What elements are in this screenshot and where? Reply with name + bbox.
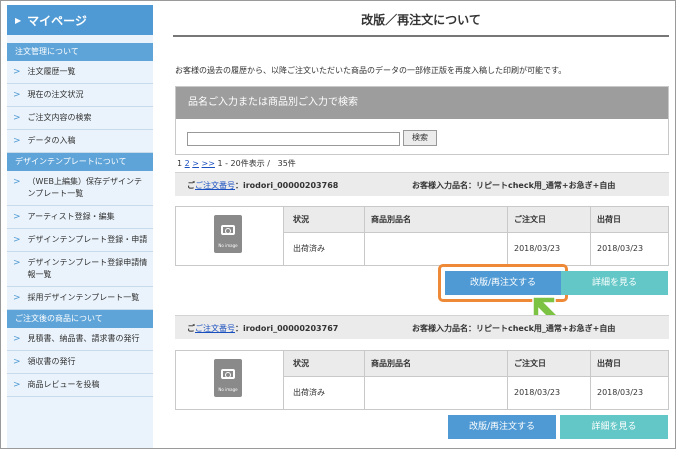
chevron-right-icon: > xyxy=(13,212,21,222)
cell-status: 出荷済み xyxy=(293,388,325,397)
sidebar-item-template-applications[interactable]: > デザインテンプレート登録申請情報一覧 xyxy=(7,252,153,287)
sidebar-item-adopted-templates[interactable]: > 採用デザインテンプレート一覧 xyxy=(7,287,153,310)
browser-frame: ▶ マイページ 注文管理について > 注文履歴一覧 > 現在の注文状況 > ご注文内容… xyxy=(0,0,676,449)
search-input[interactable] xyxy=(187,132,400,146)
page-total: 35件 xyxy=(277,159,296,168)
thumbnail-cell: No image xyxy=(176,351,284,409)
sidebar-item-order-status[interactable]: > 現在の注文状況 xyxy=(7,84,153,107)
chevron-right-icon: > xyxy=(13,380,21,390)
cell-order-date: 2018/03/23 xyxy=(507,233,590,265)
order-number: ：irodori_00000203767 xyxy=(235,324,339,333)
order-header: ごご注文番号：irodori_00000203768 お客様入力品名：リピートc… xyxy=(175,172,669,196)
cell-product-name xyxy=(364,377,507,409)
sidebar-item-data-upload[interactable]: > データの入稿 xyxy=(7,130,153,153)
cell-ship-date: 2018/03/23 xyxy=(590,377,668,409)
sidebar: ▶ マイページ 注文管理について > 注文履歴一覧 > 現在の注文状況 > ご注文内容… xyxy=(7,5,153,448)
camera-icon xyxy=(221,225,235,235)
customer-name-label: お客様入力品名： xyxy=(412,324,476,333)
triangle-right-icon: ▶ xyxy=(15,15,22,25)
page-title: 改版／再注文について xyxy=(361,13,481,27)
search-heading: 品名ご入力または商品別ご入力で検索 xyxy=(176,87,668,119)
mypage-header[interactable]: ▶ マイページ xyxy=(7,5,153,35)
page-description: お客様の過去の履歴から、以降ご注文いただいた商品のデータの一部修正版を再度入稿し… xyxy=(175,66,567,75)
chevron-right-icon: > xyxy=(13,177,21,187)
no-image-label: No image xyxy=(218,243,238,248)
order-number: ：irodori_00000203768 xyxy=(235,181,339,190)
sidebar-item-receipt[interactable]: > 領収書の発行 xyxy=(7,351,153,374)
table-header-row: 状況 商品別品名 ご注文日 出荷日 xyxy=(284,351,668,377)
details-button[interactable]: 詳細を見る xyxy=(560,415,668,439)
header-ship-date: 出荷日 xyxy=(590,351,668,376)
chevron-right-icon: > xyxy=(13,136,21,146)
page-last-link[interactable]: >> xyxy=(202,159,215,168)
page-range: 1 - 20件表示 / xyxy=(217,159,270,168)
header-status: 状況 xyxy=(293,359,309,368)
customer-name-label: お客様入力品名： xyxy=(412,181,476,190)
customer-name: リピートcheck用_通常+お急ぎ+自由 xyxy=(476,324,616,333)
cell-status: 出荷済み xyxy=(293,244,325,253)
search-button[interactable]: 検索 xyxy=(403,130,437,146)
order-number-prefix: ご xyxy=(187,324,195,333)
table-row: 出荷済み 2018/03/23 2018/03/23 xyxy=(284,233,668,265)
table-header-row: 状況 商品別品名 ご注文日 出荷日 xyxy=(284,207,668,233)
chevron-right-icon: > xyxy=(13,293,21,303)
sidebar-item-order-history[interactable]: > 注文履歴一覧 xyxy=(7,61,153,84)
details-button[interactable]: 詳細を見る xyxy=(561,271,668,295)
order-header: ごご注文番号：irodori_00000203767 お客様入力品名：リピートc… xyxy=(175,315,669,339)
order-number-link[interactable]: ご注文番号 xyxy=(195,181,235,190)
page-current: 1 xyxy=(177,159,183,168)
order-number-link[interactable]: ご注文番号 xyxy=(195,324,235,333)
sidebar-item-documents[interactable]: > 見積書、納品書、請求書の発行 xyxy=(7,328,153,351)
header-product-name: 商品別品名 xyxy=(364,207,507,232)
header-status: 状況 xyxy=(293,215,309,224)
chevron-right-icon: > xyxy=(13,334,21,344)
chevron-right-icon: > xyxy=(13,357,21,367)
search-panel: 品名ご入力または商品別ご入力で検索 検索 xyxy=(175,86,669,155)
section-design-template: デザインテンプレートについて xyxy=(7,153,153,171)
header-product-name: 商品別品名 xyxy=(364,351,507,376)
page-2-link[interactable]: 2 xyxy=(185,159,190,168)
no-image-label: No image xyxy=(218,387,238,392)
no-image-placeholder: No image xyxy=(214,359,242,397)
header-order-date: ご注文日 xyxy=(507,207,590,232)
customer-name: リピートcheck用_通常+お急ぎ+自由 xyxy=(476,181,616,190)
cell-order-date: 2018/03/23 xyxy=(507,377,590,409)
section-order-management: 注文管理について xyxy=(7,43,153,61)
title-divider xyxy=(173,35,669,37)
chevron-right-icon: > xyxy=(13,258,21,268)
no-image-placeholder: No image xyxy=(214,215,242,253)
order-table: No image 状況 商品別品名 ご注文日 出荷日 出荷済み 2018/03/… xyxy=(175,206,669,266)
chevron-right-icon: > xyxy=(13,67,21,77)
mypage-label: マイページ xyxy=(27,13,87,28)
chevron-right-icon: > xyxy=(13,235,21,245)
page-next-link[interactable]: > xyxy=(192,159,199,168)
pagination: 1 2 > >> 1 - 20件表示 / 35件 xyxy=(177,158,296,169)
reorder-button[interactable]: 改版/再注文する xyxy=(448,415,556,439)
sidebar-item-saved-templates[interactable]: > （WEB上編集）保存デザインテンプレート一覧 xyxy=(7,171,153,206)
header-order-date: ご注文日 xyxy=(507,351,590,376)
reorder-button[interactable]: 改版/再注文する xyxy=(445,271,561,295)
sidebar-item-artist-registration[interactable]: > アーティスト登録・編集 xyxy=(7,206,153,229)
sidebar-item-template-apply[interactable]: > デザインテンプレート登録・申請 xyxy=(7,229,153,252)
sidebar-item-order-search[interactable]: > ご注文内容の検索 xyxy=(7,107,153,130)
order-number-prefix: ご xyxy=(187,181,195,190)
header-ship-date: 出荷日 xyxy=(590,207,668,232)
cell-ship-date: 2018/03/23 xyxy=(590,233,668,265)
chevron-right-icon: > xyxy=(13,113,21,123)
chevron-right-icon: > xyxy=(13,90,21,100)
camera-icon xyxy=(221,369,235,379)
table-row: 出荷済み 2018/03/23 2018/03/23 xyxy=(284,377,668,409)
sidebar-item-review[interactable]: > 商品レビューを投稿 xyxy=(7,374,153,397)
section-after-order: ご注文後の商品について xyxy=(7,310,153,328)
order-table: No image 状況 商品別品名 ご注文日 出荷日 出荷済み 2018/03/… xyxy=(175,350,669,410)
cell-product-name xyxy=(364,233,507,265)
thumbnail-cell: No image xyxy=(176,207,284,265)
